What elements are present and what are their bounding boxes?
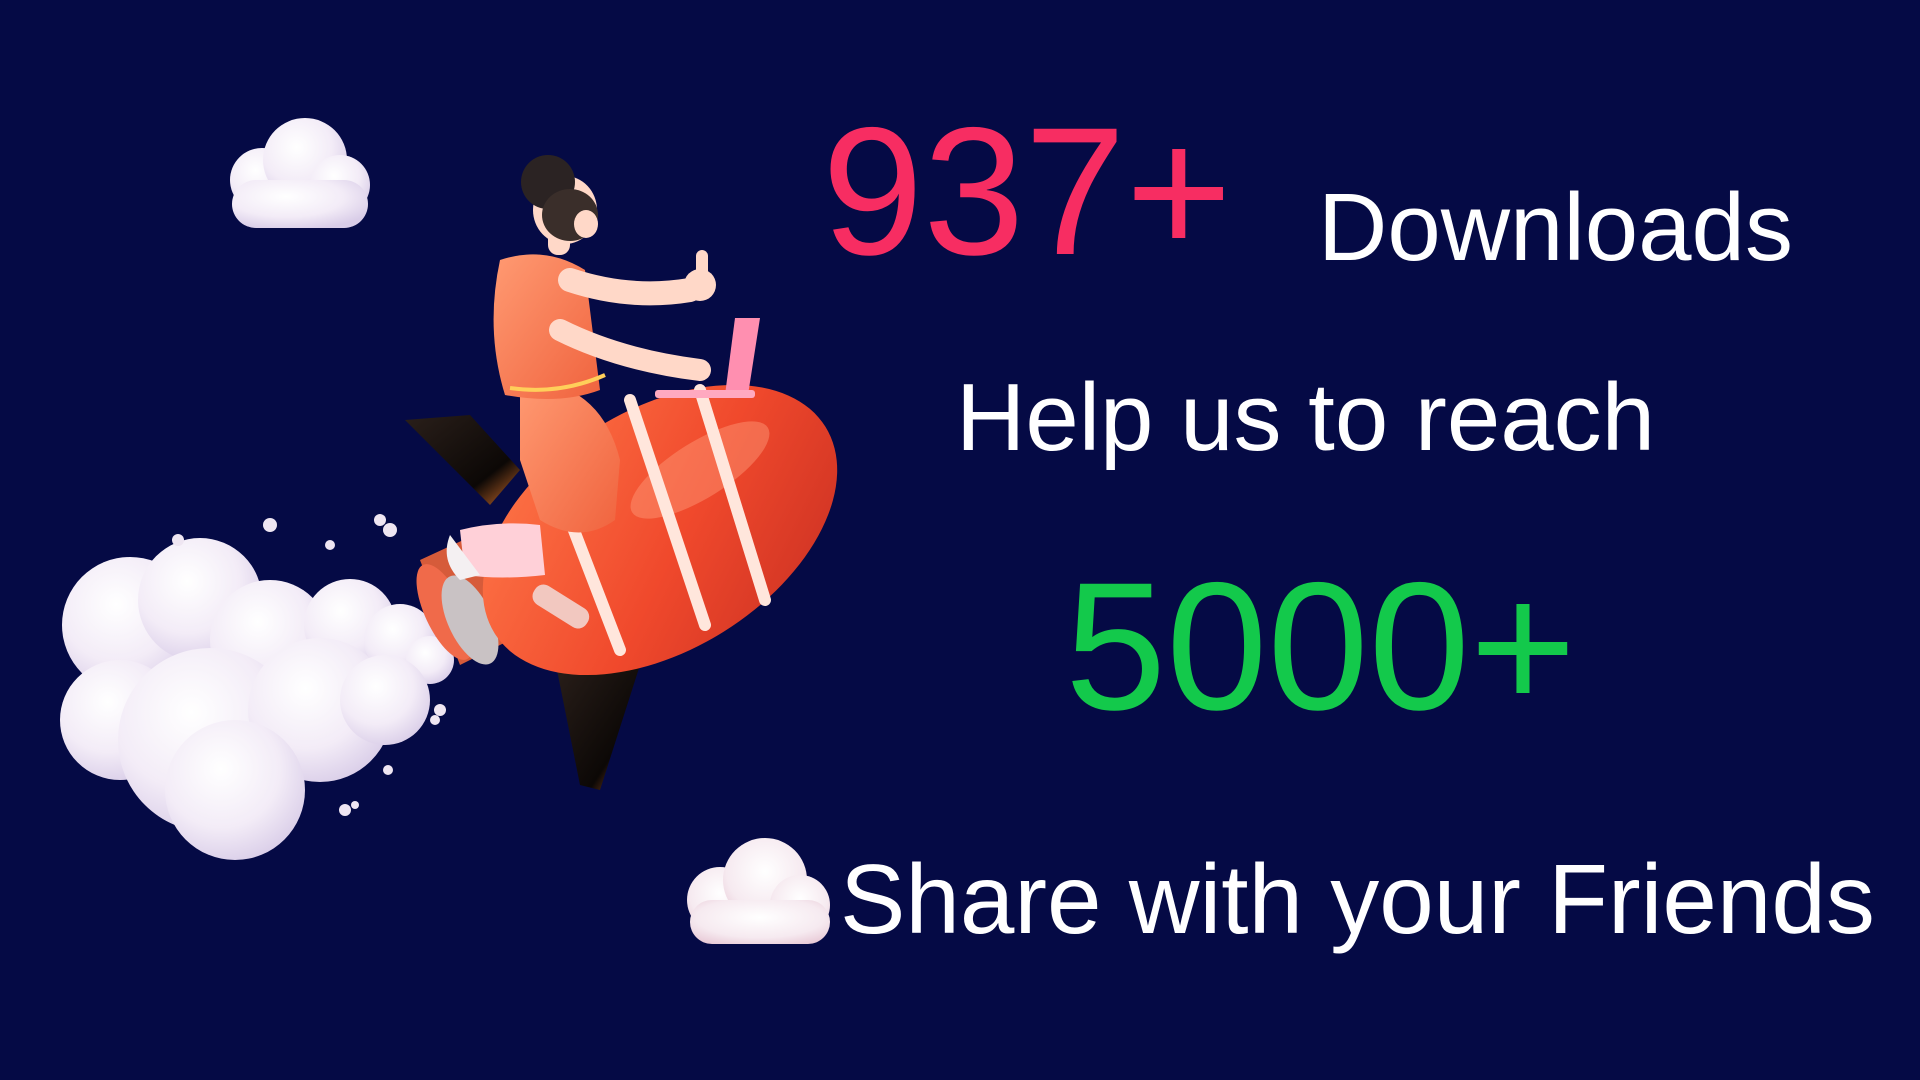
downloads-label: Downloads — [1318, 174, 1793, 281]
goal-downloads-count: 5000+ — [1065, 544, 1577, 748]
cloud-icon — [687, 838, 830, 944]
cloud-icon — [230, 118, 370, 228]
share-text: Share with your Friends — [840, 844, 1875, 954]
help-reach-text: Help us to reach — [956, 364, 1656, 471]
smoke-cloud-icon — [60, 514, 454, 860]
promo-banner: 937+ Downloads Help us to reach 5000+ Sh… — [0, 0, 1920, 1080]
current-downloads-count: 937+ — [822, 89, 1232, 293]
